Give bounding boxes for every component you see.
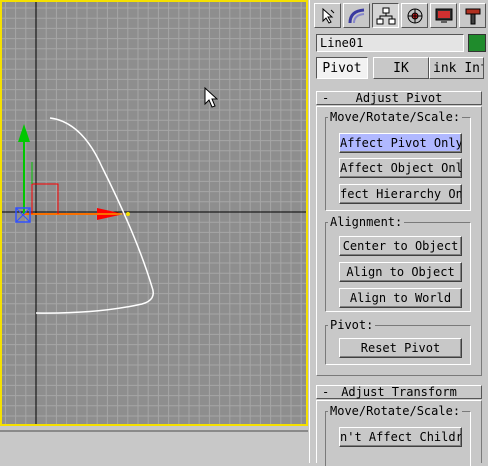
spline-line01[interactable]	[35, 117, 154, 314]
dont-affect-children-button[interactable]: n't Affect Childr	[339, 427, 462, 447]
monitor-icon	[435, 8, 452, 23]
adjust-transform-rollout-header[interactable]: - Adjust Transform	[316, 385, 482, 399]
adjust-pivot-rollout: Move/Rotate/Scale: Affect Pivot Only Aff…	[316, 106, 482, 376]
hierarchy-icon	[376, 7, 395, 24]
align-to-world-button[interactable]: Align to World	[339, 288, 462, 308]
tab-hierarchy[interactable]	[372, 3, 399, 28]
viewport-bottom-divider	[0, 430, 308, 432]
cursor-arrow-icon	[322, 7, 334, 24]
center-to-object-button[interactable]: Center to Object	[339, 236, 462, 256]
tab-pivot[interactable]: Pivot	[316, 57, 368, 79]
bend-curve-icon	[348, 8, 364, 23]
object-color-swatch[interactable]	[468, 34, 486, 52]
motion-wheel-icon	[407, 8, 422, 23]
adjust-transform-rollout: Move/Rotate/Scale: n't Affect Childr	[316, 400, 482, 466]
pivot-label: Pivot:	[328, 318, 376, 332]
tab-link-info[interactable]: .ink Inf	[429, 57, 484, 79]
object-name-field[interactable]: Line01	[316, 34, 464, 52]
affect-hierarchy-only-button[interactable]: fect Hierarchy On	[339, 184, 462, 204]
rollout-title: Adjust Pivot	[355, 91, 443, 105]
reset-pivot-button[interactable]: Reset Pivot	[339, 338, 462, 358]
transform-gizmo[interactable]	[15, 124, 130, 223]
command-panel: Line01 Pivot IK .ink Inf - Adjust Pivot …	[309, 0, 488, 466]
affect-object-only-button[interactable]: Affect Object Only	[339, 158, 462, 178]
transform-move-rotate-scale-label: Move/Rotate/Scale:	[328, 404, 463, 418]
rollout-title: Adjust Transform	[341, 385, 457, 399]
tab-motion[interactable]	[401, 3, 428, 28]
affect-pivot-only-button[interactable]: Affect Pivot Only	[339, 133, 462, 153]
move-rotate-scale-label: Move/Rotate/Scale:	[328, 110, 463, 124]
tab-modify[interactable]	[343, 3, 370, 28]
tab-display[interactable]	[430, 3, 457, 28]
scene-layer[interactable]	[2, 2, 306, 424]
alignment-label: Alignment:	[328, 215, 405, 229]
hammer-icon	[465, 8, 480, 24]
align-to-object-button[interactable]: Align to Object	[339, 262, 462, 282]
tab-utilities[interactable]	[459, 3, 486, 28]
tab-create[interactable]	[314, 3, 341, 28]
tab-ik[interactable]: IK	[373, 57, 429, 79]
perspective-viewport[interactable]	[0, 0, 308, 426]
mouse-cursor-icon	[204, 87, 218, 108]
adjust-pivot-rollout-header[interactable]: - Adjust Pivot	[316, 91, 482, 105]
